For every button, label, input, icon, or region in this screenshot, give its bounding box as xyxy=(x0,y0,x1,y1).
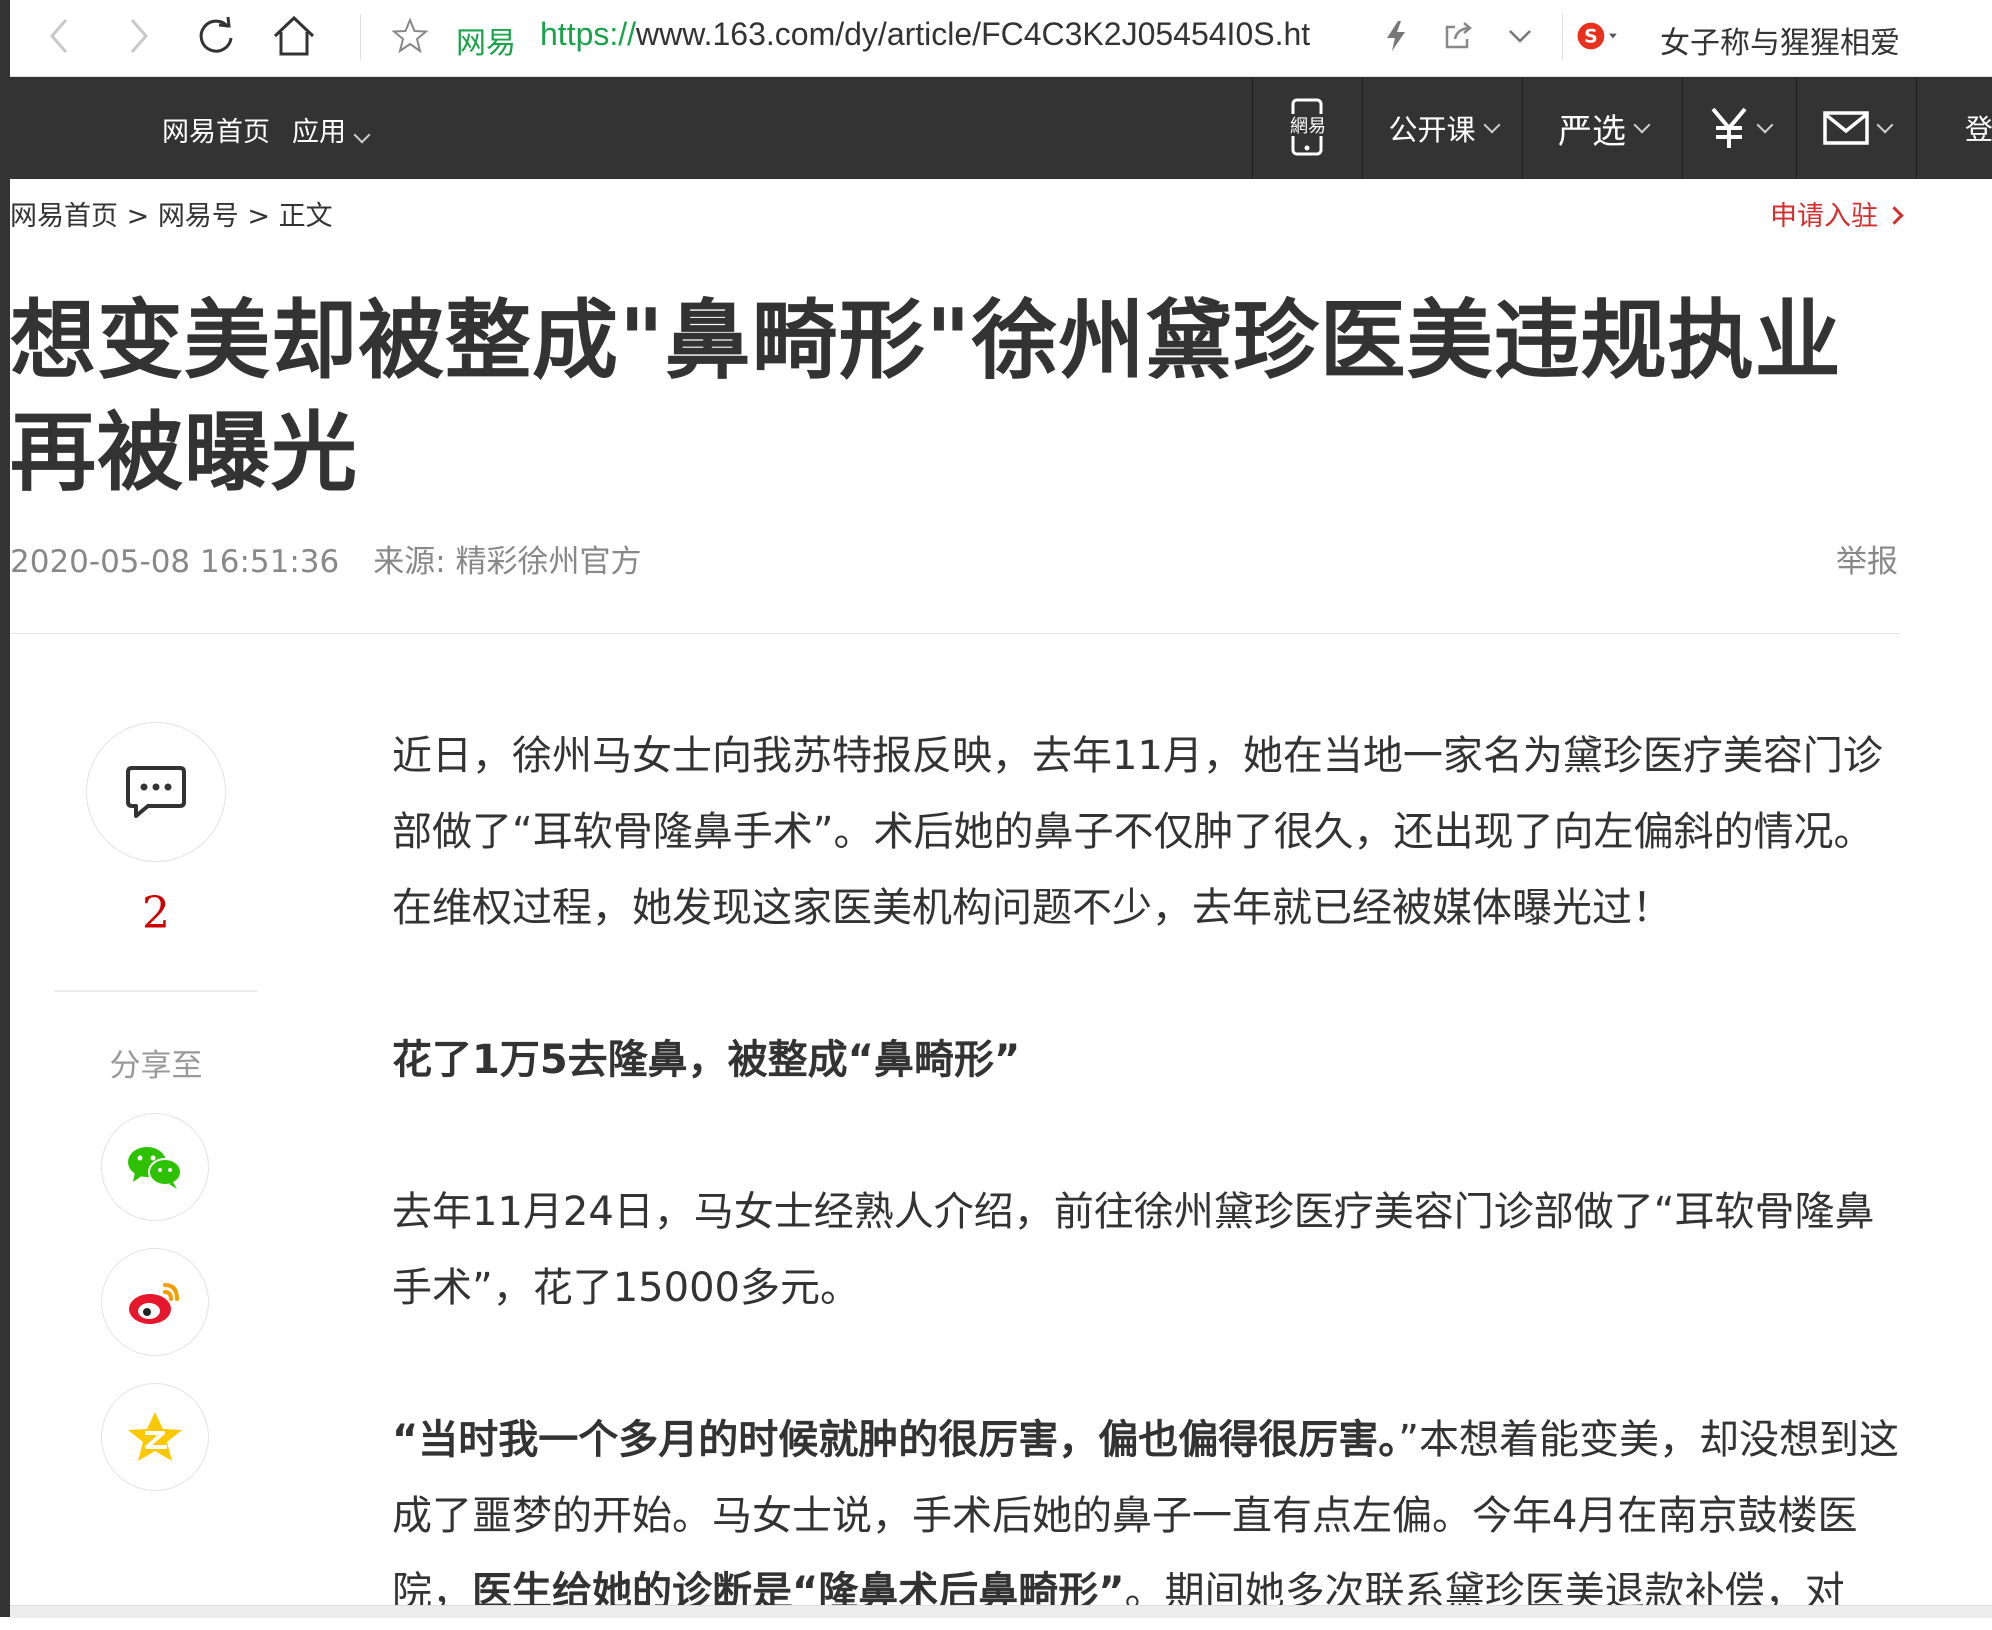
apps-menu[interactable]: 应用 xyxy=(292,110,371,149)
share-weibo-button[interactable] xyxy=(101,1248,209,1356)
svg-text:S: S xyxy=(1584,26,1598,47)
share-wechat-button[interactable] xyxy=(101,1113,209,1221)
yanxuan-menu[interactable]: 严选 xyxy=(1522,77,1683,179)
reload-icon xyxy=(199,16,233,53)
chevron-down-icon xyxy=(1633,116,1651,134)
report-link[interactable]: 举报 xyxy=(1836,536,1898,581)
chevron-left-icon xyxy=(50,19,68,53)
wechat-icon xyxy=(128,1147,182,1189)
site-header: 网易首页 应用 網易 公开课 严选 登 xyxy=(10,77,1992,179)
url-text: www.163.com/dy/article/FC4C3K2J05454I0S.… xyxy=(636,16,1311,52)
paragraph: 去年11月24日，马女士经熟人介绍，前往徐州黛珍医疗美容门诊部做了“耳软骨隆鼻手… xyxy=(392,1189,1875,1311)
quote-bold: “当时我一个多月的时候就肿的很厉害，偏也偏得很厉害。 xyxy=(392,1417,1399,1463)
qzone-star-icon xyxy=(128,1412,182,1461)
paragraph: 近日，徐州马女士向我苏特报反映，去年11月，她在当地一家名为黛珍医疗美容门诊部做… xyxy=(392,733,1883,931)
payment-menu[interactable] xyxy=(1682,77,1797,179)
search-engine-button[interactable]: S xyxy=(1576,14,1620,58)
chevron-down-icon xyxy=(353,126,371,144)
mail-icon xyxy=(1823,111,1869,145)
article-meta: 2020-05-08 16:51:36 来源: 精彩徐州官方 xyxy=(10,536,642,581)
share-page-button[interactable] xyxy=(1436,14,1480,58)
breadcrumb-separator: > xyxy=(126,201,150,232)
breadcrumb-section[interactable]: 网易号 xyxy=(158,201,239,232)
chevron-down-icon xyxy=(1509,30,1531,43)
home-button[interactable] xyxy=(272,14,316,58)
share-rail-divider xyxy=(54,990,257,992)
breadcrumb-current: 正文 xyxy=(278,201,333,232)
meta-divider xyxy=(10,633,1900,634)
comment-count[interactable]: 2 xyxy=(86,888,226,939)
publish-date: 2020-05-08 16:51:36 xyxy=(10,544,340,580)
open-course-menu[interactable]: 公开课 xyxy=(1362,77,1523,179)
address-dropdown-button[interactable] xyxy=(1498,14,1542,58)
apply-join-link[interactable]: 申请入驻 xyxy=(1770,194,1904,233)
login-link[interactable]: 登 xyxy=(1916,77,1992,179)
breadcrumb-home[interactable]: 网易首页 xyxy=(10,201,118,232)
mail-menu[interactable] xyxy=(1796,77,1917,179)
comment-bubble-icon xyxy=(126,766,186,818)
chevron-down-icon xyxy=(1756,116,1774,134)
url-scheme: https:// xyxy=(540,16,637,52)
bookmark-button[interactable] xyxy=(388,14,432,58)
chevron-down-icon xyxy=(1876,116,1894,134)
toolbar-divider xyxy=(1562,14,1563,60)
address-bar[interactable]: https://www.163.com/dy/article/FC4C3K2J0… xyxy=(540,16,1310,53)
share-label: 分享至 xyxy=(109,1048,203,1084)
sogou-logo-icon: S xyxy=(1577,22,1617,50)
weibo-icon xyxy=(129,1283,179,1324)
section-heading: 花了1万5去隆鼻，被整成“鼻畸形” xyxy=(392,1022,1902,1098)
open-course-label: 公开课 xyxy=(1388,113,1476,147)
article-body: 近日，徐州马女士向我苏特报反映，去年11月，她在当地一家名为黛珍医疗美容门诊部做… xyxy=(392,718,1902,1630)
apps-menu-label: 应用 xyxy=(292,117,346,148)
breadcrumb-separator: > xyxy=(247,201,271,232)
chevron-right-icon xyxy=(1885,206,1904,225)
comment-button[interactable] xyxy=(86,722,226,862)
star-outline-icon xyxy=(391,17,429,54)
search-box[interactable]: 女子称与猩猩相爱 xyxy=(1660,18,1900,62)
home-icon xyxy=(273,15,315,56)
article-title: 想变美却被整成"鼻畸形"徐州黛珍医美违规执业再被曝光 xyxy=(10,291,1842,503)
forward-button[interactable] xyxy=(116,14,160,58)
phone-icon: 網易 xyxy=(1283,98,1333,156)
yanxuan-label: 严选 xyxy=(1558,111,1626,152)
mobile-app-button[interactable]: 網易 xyxy=(1252,77,1363,179)
back-button[interactable] xyxy=(38,14,82,58)
browser-toolbar: 网易 https://www.163.com/dy/article/FC4C3K… xyxy=(10,0,1992,77)
window-left-edge xyxy=(0,0,10,1617)
speed-mode-button[interactable] xyxy=(1374,14,1418,58)
lightning-icon xyxy=(1387,21,1405,51)
toolbar-divider xyxy=(360,14,361,60)
yen-icon xyxy=(1711,107,1747,148)
site-identity-label: 网易 xyxy=(456,26,516,61)
svg-text:網易: 網易 xyxy=(1290,116,1326,137)
netease-home-link[interactable]: 网易首页 xyxy=(162,110,270,149)
reload-button[interactable] xyxy=(194,14,238,58)
chevron-down-icon xyxy=(1483,116,1500,134)
chevron-right-icon xyxy=(130,19,148,53)
article-source[interactable]: 来源: 精彩徐州官方 xyxy=(373,544,641,580)
breadcrumb: 网易首页 > 网易号 > 正文 xyxy=(10,194,333,233)
share-arrow-icon xyxy=(1445,22,1472,49)
paragraph: “当时我一个多月的时候就肿的很厉害，偏也偏得很厉害。”本想着能变美，却没想到这成… xyxy=(392,1402,1902,1630)
section-heading-text: 花了1万5去隆鼻，被整成“鼻畸形” xyxy=(392,1037,1021,1083)
horizontal-scrollbar[interactable] xyxy=(10,1605,1992,1618)
share-qzone-button[interactable] xyxy=(101,1383,209,1491)
apply-join-label: 申请入驻 xyxy=(1770,201,1878,232)
